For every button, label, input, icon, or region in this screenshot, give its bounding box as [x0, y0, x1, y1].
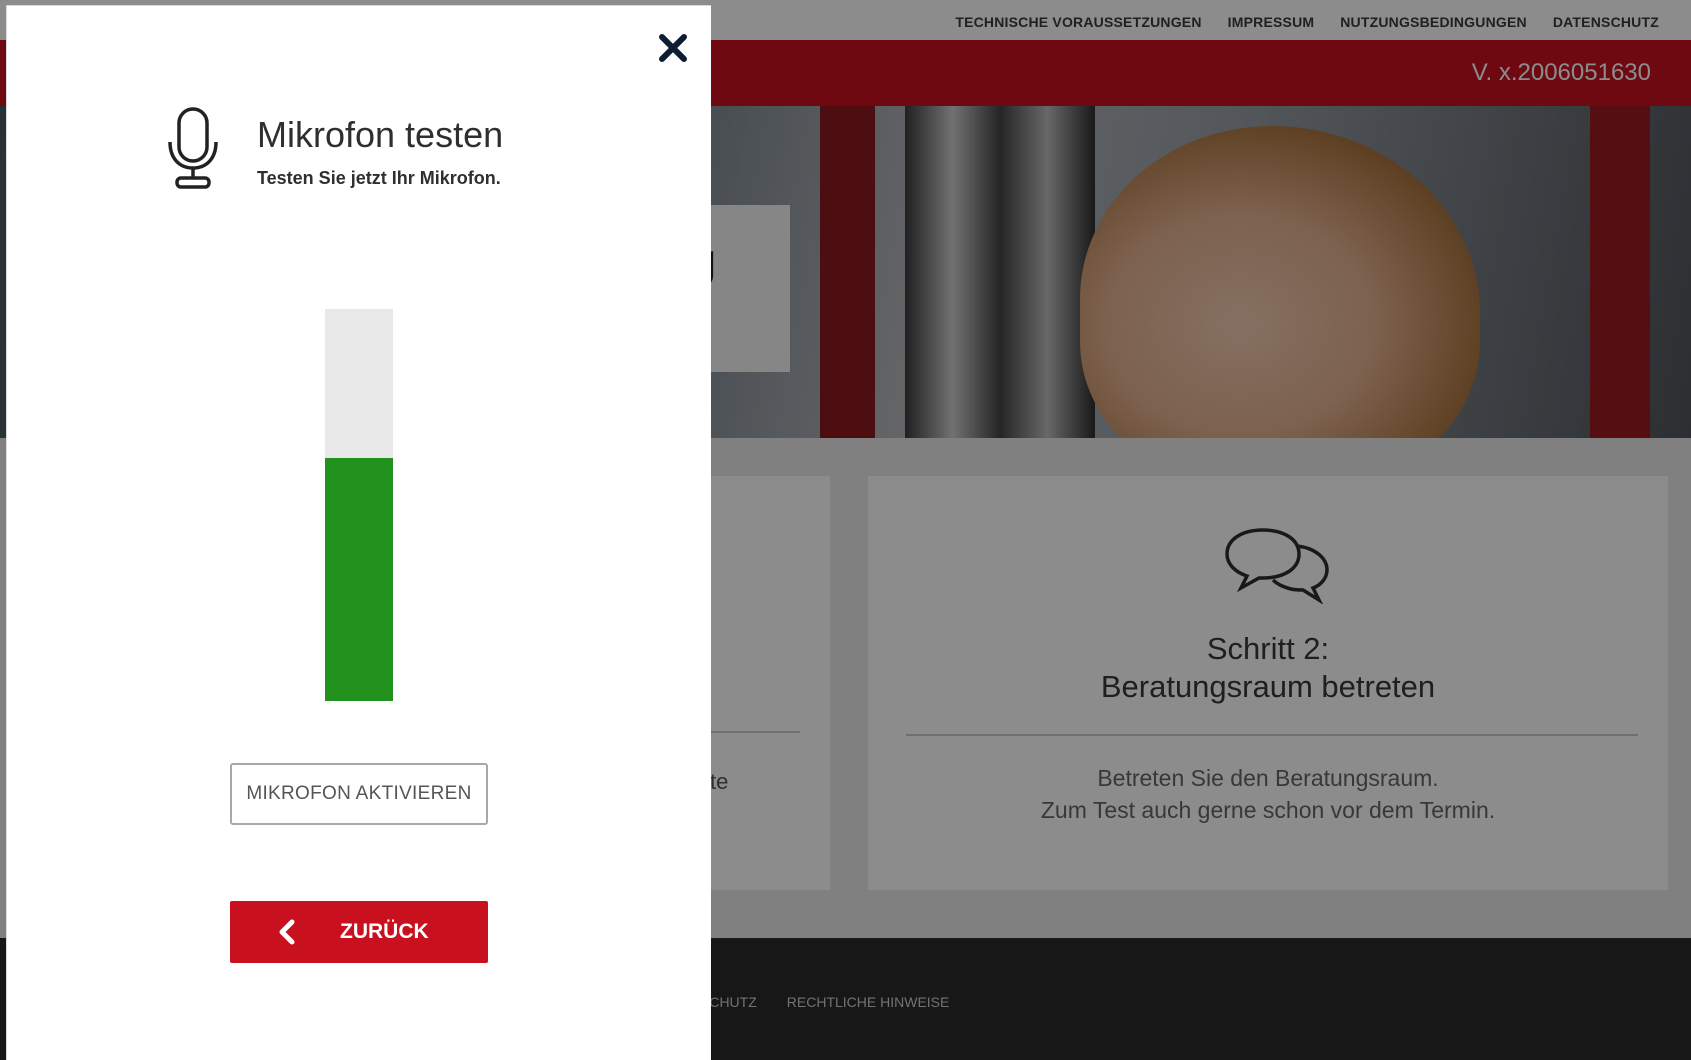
panel-title: Mikrofon testen — [257, 114, 504, 155]
close-button[interactable] — [653, 28, 693, 68]
close-icon — [659, 34, 687, 62]
mic-level-meter — [325, 309, 393, 701]
activate-microphone-button[interactable]: MIKROFON AKTIVIEREN — [230, 763, 488, 825]
microphone-icon — [168, 107, 218, 189]
back-button[interactable]: ZURÜCK — [230, 901, 488, 963]
mic-level-fill — [325, 457, 393, 701]
page: TECHNISCHE VORAUSSETZUNGEN IMPRESSUM NUT… — [0, 0, 1691, 1060]
back-button-label: ZURÜCK — [340, 920, 429, 943]
mic-test-panel: Mikrofon testen Testen Sie jetzt Ihr Mik… — [6, 5, 711, 1060]
chevron-left-icon — [279, 919, 295, 945]
panel-subtitle: Testen Sie jetzt Ihr Mikrofon. — [257, 168, 501, 188]
